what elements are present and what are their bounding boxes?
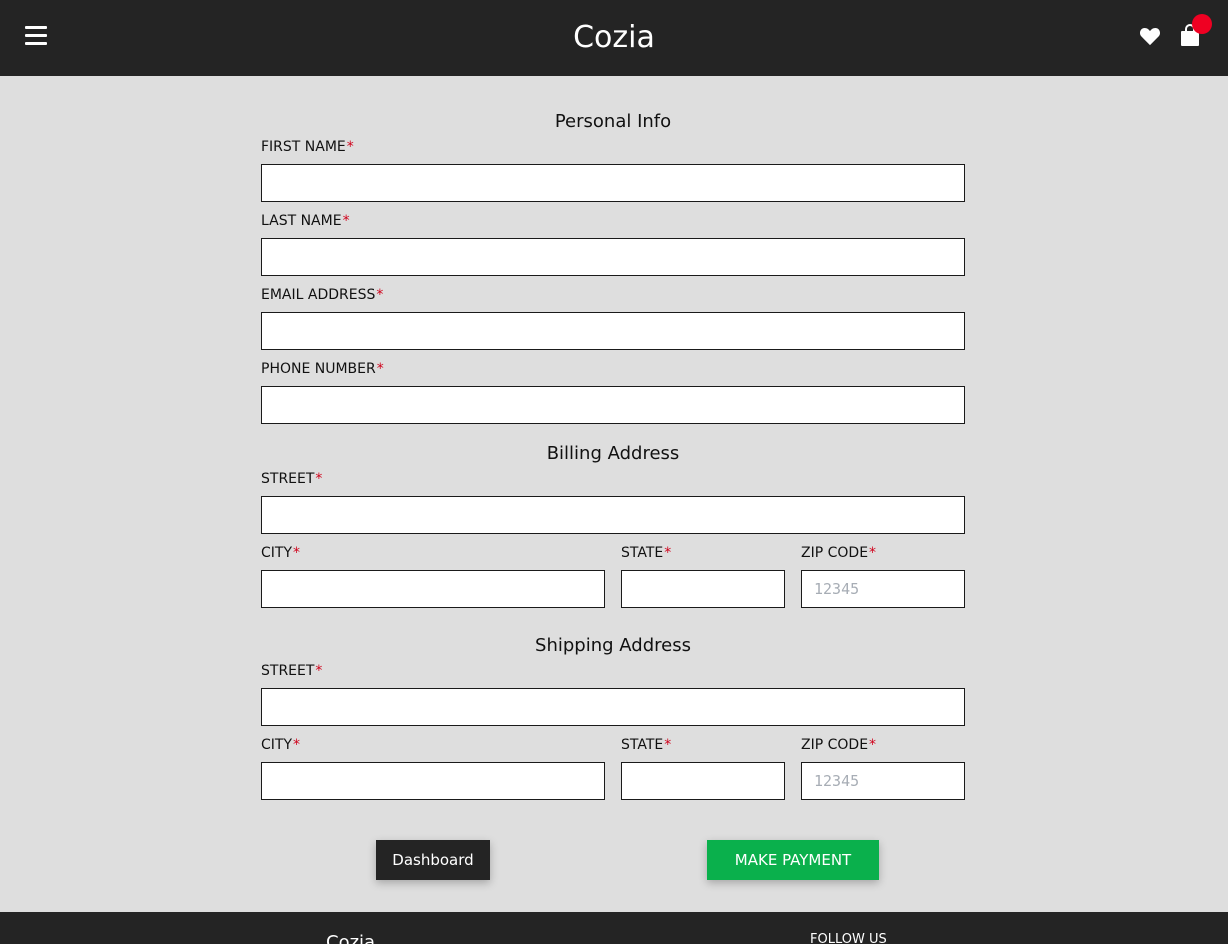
- dashboard-button[interactable]: Dashboard: [376, 840, 490, 880]
- billing-state-input[interactable]: [621, 570, 785, 608]
- first-name-input[interactable]: [261, 164, 965, 202]
- required-marker: *: [664, 545, 672, 561]
- top-navbar: Cozia: [0, 0, 1228, 76]
- required-marker: *: [376, 361, 384, 377]
- heart-icon[interactable]: [1139, 26, 1161, 46]
- email-label: EMAIL ADDRESS*: [261, 287, 384, 303]
- billing-city-label: CITY*: [261, 545, 301, 561]
- footer-follow-us-heading: FOLLOW US: [810, 932, 887, 944]
- personal-info-heading: Personal Info: [554, 111, 672, 132]
- shipping-zip-input[interactable]: [801, 762, 965, 800]
- last-name-label: LAST NAME*: [261, 213, 350, 229]
- shipping-zip-label: ZIP CODE*: [801, 737, 877, 753]
- first-name-label: FIRST NAME*: [261, 139, 354, 155]
- phone-label: PHONE NUMBER*: [261, 361, 384, 377]
- shipping-state-input[interactable]: [621, 762, 785, 800]
- billing-city-input[interactable]: [261, 570, 605, 608]
- billing-address-heading: Billing Address: [546, 443, 680, 464]
- required-marker: *: [315, 663, 323, 679]
- billing-street-input[interactable]: [261, 496, 965, 534]
- billing-street-label: STREET*: [261, 471, 323, 487]
- required-marker: *: [315, 471, 323, 487]
- required-marker: *: [346, 139, 354, 155]
- required-marker: *: [293, 737, 301, 753]
- email-input[interactable]: [261, 312, 965, 350]
- shipping-state-label: STATE*: [621, 737, 672, 753]
- required-marker: *: [293, 545, 301, 561]
- make-payment-button[interactable]: MAKE PAYMENT: [707, 840, 879, 880]
- shipping-city-label: CITY*: [261, 737, 301, 753]
- phone-input[interactable]: [261, 386, 965, 424]
- required-marker: *: [869, 737, 877, 753]
- footer: Cozia FOLLOW US: [0, 912, 1228, 944]
- shipping-street-label: STREET*: [261, 663, 323, 679]
- required-marker: *: [342, 213, 350, 229]
- shipping-street-input[interactable]: [261, 688, 965, 726]
- billing-zip-input[interactable]: [801, 570, 965, 608]
- billing-state-label: STATE*: [621, 545, 672, 561]
- shipping-address-heading: Shipping Address: [535, 635, 691, 656]
- last-name-input[interactable]: [261, 238, 965, 276]
- required-marker: *: [376, 287, 384, 303]
- required-marker: *: [869, 545, 877, 561]
- hamburger-menu-icon[interactable]: [25, 26, 47, 45]
- cart-count-badge: [1192, 14, 1212, 34]
- shipping-city-input[interactable]: [261, 762, 605, 800]
- brand-logo[interactable]: Cozia: [0, 18, 1228, 58]
- required-marker: *: [664, 737, 672, 753]
- footer-brand[interactable]: Cozia: [326, 932, 375, 944]
- billing-zip-label: ZIP CODE*: [801, 545, 877, 561]
